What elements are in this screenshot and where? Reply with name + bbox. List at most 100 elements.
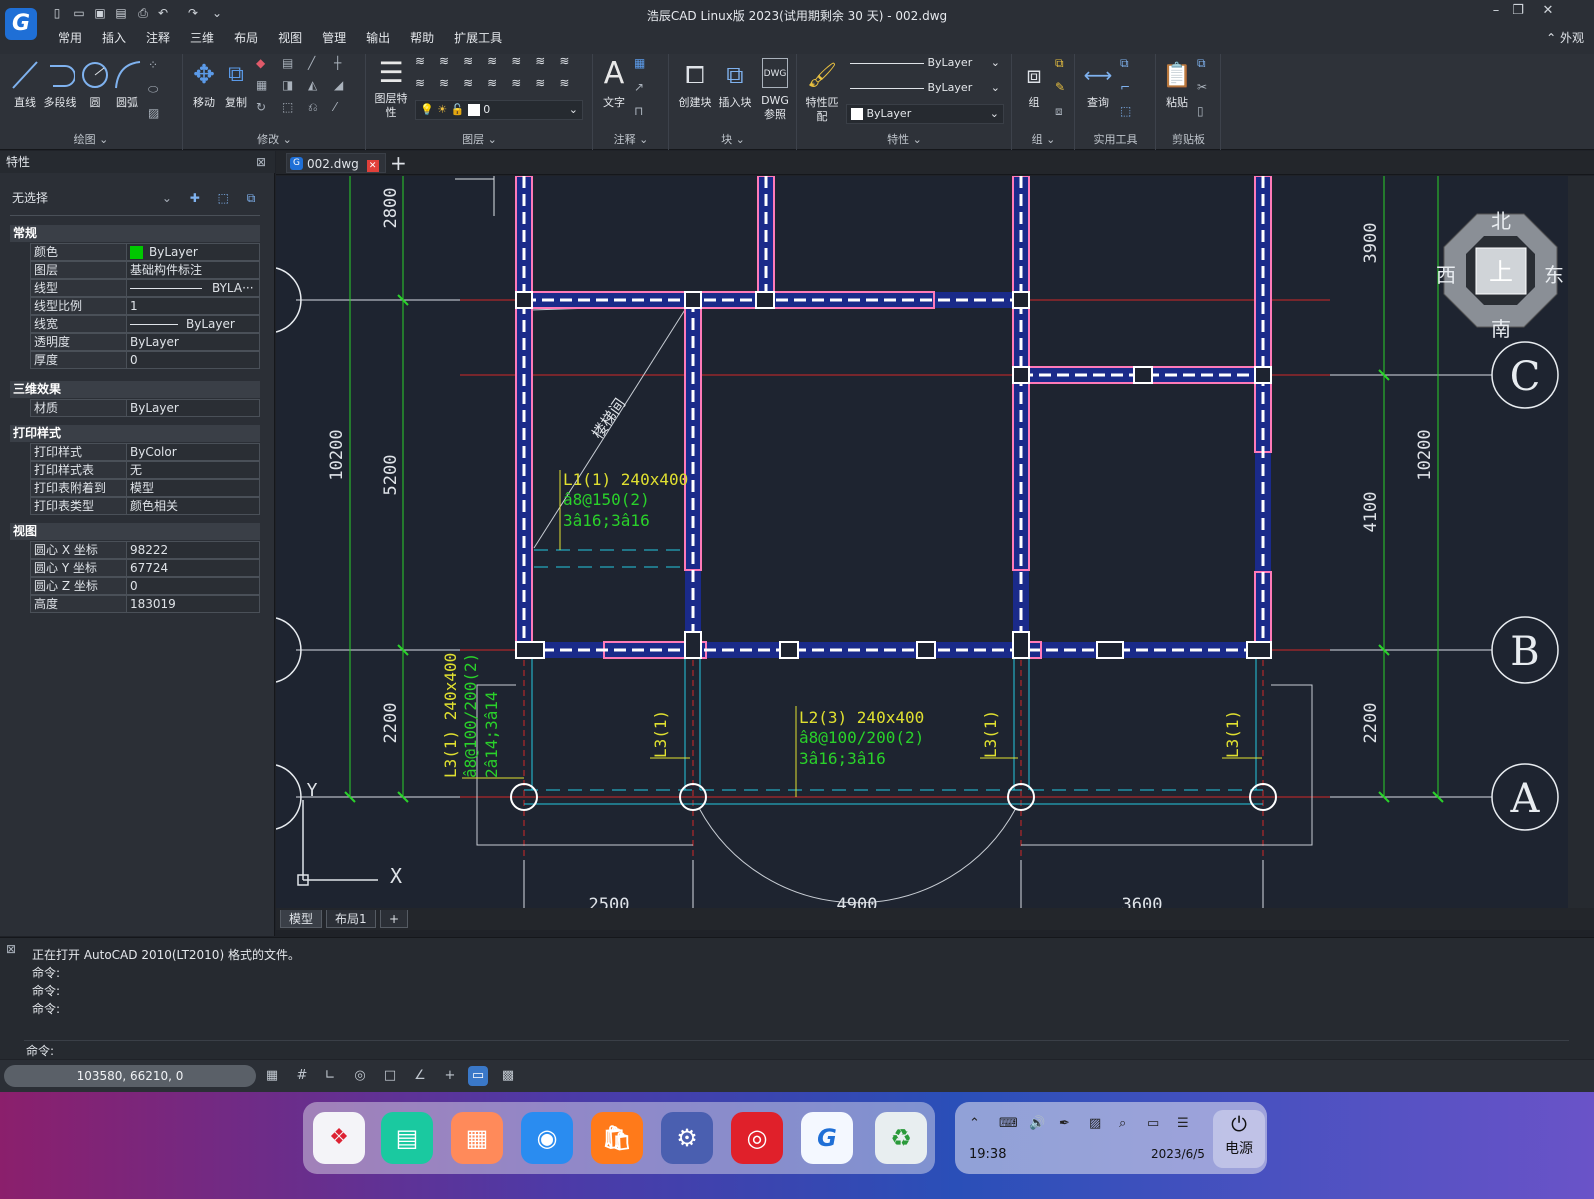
- tab-model[interactable]: 模型: [280, 910, 323, 928]
- prop-row-transparency[interactable]: 透明度 ByLayer: [30, 333, 260, 351]
- gstarcad-app-icon[interactable]: G: [801, 1112, 853, 1164]
- mirror-icon[interactable]: ◭: [308, 78, 317, 92]
- coordinate-readout[interactable]: 103580, 66210, 0: [4, 1065, 256, 1087]
- array-icon[interactable]: ▦: [256, 78, 267, 92]
- pen-icon[interactable]: ✒: [1059, 1116, 1070, 1131]
- prop-row-material[interactable]: 材质 ByLayer: [30, 399, 260, 417]
- offset-icon[interactable]: ▤: [282, 56, 293, 70]
- layer-tools-row-2[interactable]: ≋≋≋≋≋≋≋: [415, 76, 583, 90]
- toggle-pickadd-icon[interactable]: ✚: [190, 191, 200, 205]
- layer-dropdown[interactable]: 💡 ☀ 🔓 0 ⌄: [415, 100, 583, 120]
- compass-east[interactable]: 东: [1544, 263, 1564, 287]
- menu-extensions[interactable]: 扩展工具: [444, 29, 512, 47]
- document-tab[interactable]: G 002.dwg ✕: [286, 153, 386, 173]
- app-store-icon[interactable]: 🛍: [591, 1112, 643, 1164]
- line-tool[interactable]: 直线: [8, 58, 42, 110]
- prop-row-plot-type[interactable]: 打印表类型 颜色相关: [30, 497, 260, 515]
- layer-tools-row-1[interactable]: ≋≋≋≋≋≋≋: [415, 54, 583, 68]
- prop-row-layer[interactable]: 图层 基础构件标注: [30, 261, 260, 279]
- quick-select-icon[interactable]: ⧉: [247, 191, 256, 205]
- tab-layout1[interactable]: 布局1: [326, 910, 376, 928]
- id-point-icon[interactable]: ⌐: [1120, 80, 1130, 94]
- object-snap-icon[interactable]: □: [380, 1066, 400, 1086]
- paste-special-icon[interactable]: ▯: [1197, 104, 1204, 118]
- polyline-tool[interactable]: 多段线: [42, 58, 78, 110]
- menu-insert[interactable]: 插入: [92, 29, 136, 47]
- polar-tracking-icon[interactable]: ◎: [350, 1066, 370, 1086]
- minimize-icon[interactable]: –: [1486, 2, 1506, 20]
- battery-icon[interactable]: ▭: [1147, 1116, 1159, 1131]
- create-block-tool[interactable]: ⧠ 创建块: [676, 58, 714, 110]
- dimension-icon[interactable]: ⊓: [634, 104, 643, 118]
- cut-icon[interactable]: ✂: [1197, 80, 1207, 94]
- copy-clip-icon[interactable]: ⧉: [1197, 56, 1206, 71]
- dwg-reference-tool[interactable]: DWG DWG 参照: [758, 58, 792, 122]
- drawing-svg[interactable]: C B A 2800 5200 2200 10200 3900 4100 220…: [276, 176, 1568, 908]
- grid-display-icon[interactable]: ▦: [262, 1066, 282, 1086]
- file-manager-app-icon[interactable]: ▦: [451, 1112, 503, 1164]
- prop-row-height[interactable]: 高度 183019: [30, 595, 260, 613]
- group-select-icon[interactable]: ⧈: [1055, 104, 1063, 119]
- compass-west[interactable]: 西: [1436, 263, 1456, 287]
- close-command-icon[interactable]: ⊠: [6, 942, 16, 956]
- collapse-ribbon-icon[interactable]: ⌃: [1546, 31, 1560, 45]
- menu-output[interactable]: 输出: [356, 29, 400, 47]
- stretch-icon[interactable]: ⎌: [308, 100, 318, 115]
- ortho-mode-icon[interactable]: ∟: [320, 1066, 340, 1086]
- canvas-scrollbar[interactable]: [1568, 176, 1594, 908]
- leader-icon[interactable]: ↗: [634, 80, 644, 94]
- command-input[interactable]: 命令:: [24, 1040, 1569, 1060]
- close-panel-icon[interactable]: ⊠: [256, 155, 266, 169]
- trim-icon[interactable]: ╱: [308, 56, 315, 70]
- selection-dropdown[interactable]: 无选择 ⌄ ✚ ⬚ ⧉: [12, 189, 255, 206]
- dynamic-ucs-icon[interactable]: +: [440, 1066, 460, 1086]
- prop-row-plot-table[interactable]: 打印样式表无: [30, 461, 260, 479]
- close-tab-icon[interactable]: ✕: [366, 160, 379, 172]
- compass-north[interactable]: 北: [1491, 209, 1511, 233]
- appearance-menu[interactable]: ⌃ 外观: [1546, 29, 1584, 46]
- object-snap-tracking-icon[interactable]: ∠: [410, 1066, 430, 1086]
- copy-tool[interactable]: ⧉ 复制: [220, 58, 252, 110]
- select-objects-icon[interactable]: ⬚: [218, 191, 229, 205]
- search-icon[interactable]: ⌕: [1119, 1116, 1126, 1131]
- circle-tool[interactable]: 圆: [80, 58, 110, 110]
- volume-icon[interactable]: 🔊: [1029, 1116, 1045, 1131]
- screenshot-icon[interactable]: ▨: [1089, 1116, 1101, 1131]
- drawing-canvas[interactable]: C B A 2800 5200 2200 10200 3900 4100 220…: [276, 176, 1568, 908]
- insert-block-tool[interactable]: ⧉ 插入块: [716, 58, 754, 110]
- tray-expand-icon[interactable]: ⌃: [969, 1116, 980, 1131]
- erase-icon[interactable]: ◆: [256, 56, 265, 70]
- power-button[interactable]: ⏻ 电源: [1213, 1110, 1265, 1168]
- paste-tool[interactable]: 📋 粘贴: [1161, 58, 1193, 110]
- rotate-icon[interactable]: ↻: [256, 100, 266, 114]
- ungroup-icon[interactable]: ⧉: [1055, 56, 1064, 71]
- section-plot-style[interactable]: 打印样式: [10, 425, 260, 442]
- menu-home[interactable]: 常用: [48, 29, 92, 47]
- point-icon[interactable]: ⁘: [148, 58, 158, 72]
- explode-icon[interactable]: ⬚: [282, 100, 293, 114]
- lineweight-toggle-icon[interactable]: ▩: [498, 1066, 518, 1086]
- dynamic-input-icon[interactable]: ▭: [468, 1066, 488, 1086]
- menu-annotate[interactable]: 注释: [136, 29, 180, 47]
- section-general[interactable]: 常规: [10, 225, 260, 242]
- prop-row-plot-style[interactable]: 打印样式 ByColor: [30, 443, 260, 461]
- section-3d-effects[interactable]: 三维效果: [10, 381, 260, 398]
- select-all-icon[interactable]: ⬚: [1120, 104, 1131, 118]
- match-properties-tool[interactable]: 🖌 特性匹 配: [802, 58, 842, 124]
- fillet-icon[interactable]: ◢: [334, 78, 343, 92]
- prop-row-plot-attached[interactable]: 打印表附着到 模型: [30, 479, 260, 497]
- music-app-icon[interactable]: ◎: [731, 1112, 783, 1164]
- query-tool[interactable]: ⟷ 查询: [1080, 58, 1116, 110]
- restore-icon[interactable]: ❐: [1508, 2, 1528, 20]
- prop-row-thickness[interactable]: 厚度 0: [30, 351, 260, 369]
- prop-row-center-z[interactable]: 圆心 Z 坐标 0: [30, 577, 260, 595]
- new-tab-icon[interactable]: +: [390, 151, 407, 175]
- arc-tool[interactable]: 圆弧: [110, 58, 144, 110]
- menu-layout[interactable]: 布局: [224, 29, 268, 47]
- prop-row-linetype-scale[interactable]: 线型比例 1: [30, 297, 260, 315]
- prop-row-center-y[interactable]: 圆心 Y 坐标 67724: [30, 559, 260, 577]
- compass-south[interactable]: 南: [1491, 317, 1511, 341]
- prop-row-color[interactable]: 颜色 ByLayer: [30, 243, 260, 261]
- menu-view[interactable]: 视图: [268, 29, 312, 47]
- break-icon[interactable]: ⁄: [334, 100, 336, 114]
